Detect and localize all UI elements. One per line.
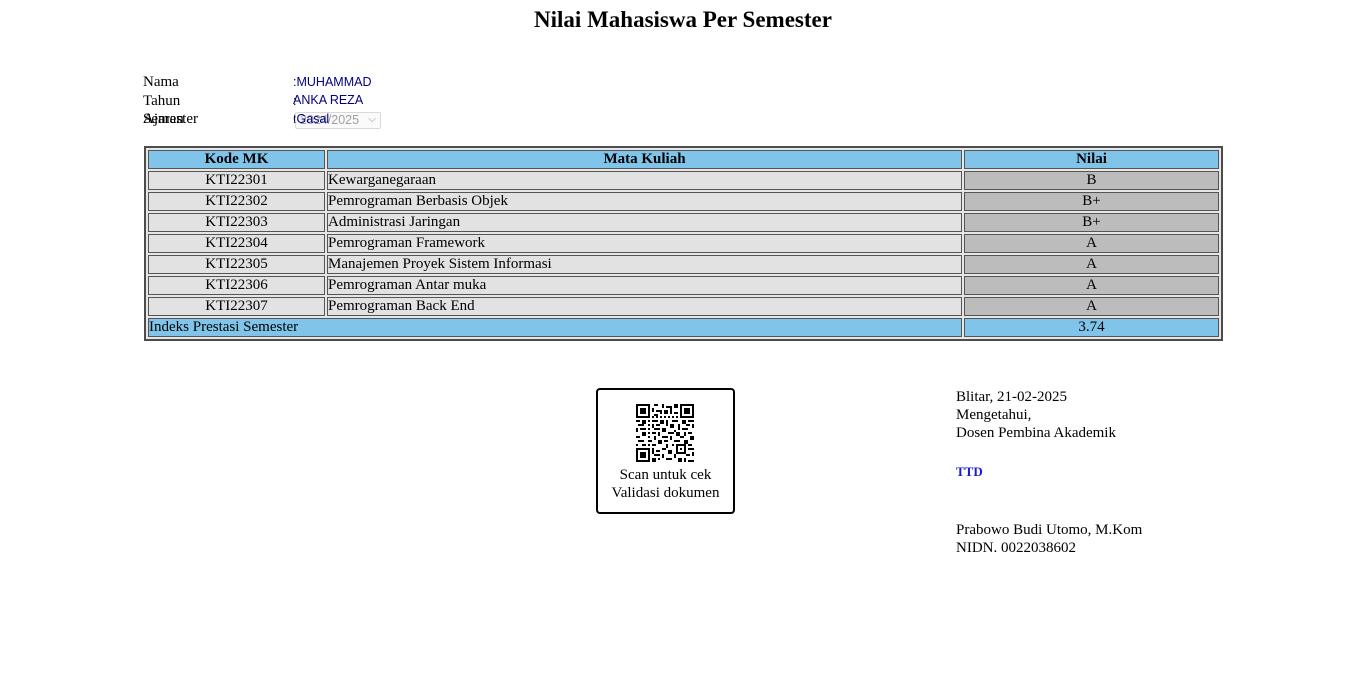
qr-caption-line2: Validasi dokumen [611, 485, 720, 501]
ip-value: 3.74 [964, 318, 1219, 337]
table-header-row: Kode MK Mata Kuliah Nilai [148, 150, 1219, 169]
cell-nilai: A [964, 234, 1219, 253]
page-title: Nilai Mahasiswa Per Semester [534, 7, 832, 32]
nama-label: Nama [143, 74, 179, 90]
table-row: KTI22304 Pemrograman Framework A [148, 234, 1219, 253]
cell-kode: KTI22303 [148, 213, 325, 232]
cell-mata-kuliah: Pemrograman Back End [327, 297, 962, 316]
table-row: KTI22301 Kewarganegaraan B [148, 171, 1219, 190]
cell-kode: KTI22302 [148, 192, 325, 211]
signature-block: Blitar, 21-02-2025 Mengetahui, Dosen Pem… [956, 388, 1142, 557]
header-mata-kuliah: Mata Kuliah [327, 150, 962, 169]
table-row: KTI22302 Pemrograman Berbasis Objek B+ [148, 192, 1219, 211]
cell-mata-kuliah: Administrasi Jaringan [327, 213, 962, 232]
cell-nilai: B+ [964, 192, 1219, 211]
header-kode-mk: Kode MK [148, 150, 325, 169]
cell-nilai: A [964, 255, 1219, 274]
place-date: Blitar, 21-02-2025 [956, 389, 1068, 405]
signer-role: Dosen Pembina Akademik [956, 425, 1116, 441]
cell-nilai: B [964, 171, 1219, 190]
qr-caption: Scan untuk cek Validasi dokumen [598, 466, 733, 502]
ip-row: Indeks Prestasi Semester 3.74 [148, 318, 1219, 337]
cell-mata-kuliah: Manajemen Proyek Sistem Informasi [327, 255, 962, 274]
chevron-down-icon: ⌵ [368, 113, 376, 125]
cell-kode: KTI22305 [148, 255, 325, 274]
qr-code-icon [636, 404, 694, 462]
signer-name: Prabowo Budi Utomo, M.Kom [956, 522, 1143, 538]
signer-nidn: NIDN. 0022038602 [956, 540, 1076, 556]
cell-mata-kuliah: Pemrograman Framework [327, 234, 962, 253]
table-row: KTI22303 Administrasi Jaringan B+ [148, 213, 1219, 232]
mengetahui-label: Mengetahui, [956, 407, 1032, 423]
qr-caption-line1: Scan untuk cek [619, 467, 712, 483]
header-nilai: Nilai [964, 150, 1219, 169]
cell-nilai: B+ [964, 213, 1219, 232]
cell-nilai: A [964, 297, 1219, 316]
cell-mata-kuliah: Kewarganegaraan [327, 171, 962, 190]
ttd-mark: TTD [956, 464, 983, 479]
cell-kode: KTI22307 [148, 297, 325, 316]
ip-label: Indeks Prestasi Semester [148, 318, 962, 337]
cell-mata-kuliah: Pemrograman Antar muka [327, 276, 962, 295]
cell-kode: KTI22306 [148, 276, 325, 295]
cell-mata-kuliah: Pemrograman Berbasis Objek [327, 192, 962, 211]
cell-kode: KTI22304 [148, 234, 325, 253]
table-row: KTI22307 Pemrograman Back End A [148, 297, 1219, 316]
semester-label: Semester [143, 111, 198, 127]
table-row: KTI22305 Manajemen Proyek Sistem Informa… [148, 255, 1219, 274]
semester-value: Gasal [296, 112, 330, 126]
semester-value-wrap: :Gasal [293, 112, 330, 126]
table-row: KTI22306 Pemrograman Antar muka A [148, 276, 1219, 295]
grades-table: Kode MK Mata Kuliah Nilai KTI22301 Kewar… [144, 146, 1223, 341]
qr-validation-box: Scan untuk cek Validasi dokumen [596, 388, 735, 514]
cell-nilai: A [964, 276, 1219, 295]
cell-kode: KTI22301 [148, 171, 325, 190]
